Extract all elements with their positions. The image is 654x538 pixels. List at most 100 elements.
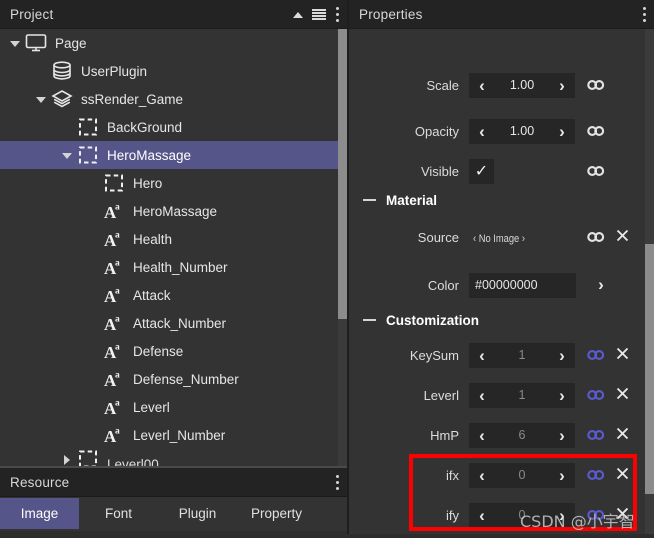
stepper-decrement-icon[interactable]: ‹ <box>469 463 495 488</box>
project-tree[interactable]: Page UserPlugin ssRender_Game BackGround Her… <box>0 29 347 466</box>
link-chain-icon[interactable] <box>585 469 607 481</box>
svg-text:a: a <box>115 343 120 353</box>
remove-property-icon[interactable] <box>613 229 631 245</box>
stepper-value[interactable]: 0 <box>495 468 549 482</box>
link-chain-icon[interactable] <box>585 79 607 91</box>
tree-item-defense[interactable]: Aa Defense <box>0 337 338 365</box>
text-icon: Aa <box>101 365 127 393</box>
list-icon[interactable] <box>312 8 326 21</box>
stepper-value[interactable]: 1.00 <box>495 78 549 92</box>
resource-tab-property[interactable]: Property <box>237 498 316 529</box>
tree-twisty-right-icon[interactable] <box>60 449 75 466</box>
stepper-decrement-icon[interactable]: ‹ <box>469 423 495 448</box>
color-value-field[interactable]: #00000000 <box>469 272 576 298</box>
remove-property-icon[interactable] <box>613 427 631 443</box>
stepper-increment-icon[interactable]: › <box>549 423 575 448</box>
text-icon: Aa <box>101 197 127 225</box>
resource-more-options-icon[interactable] <box>335 474 339 490</box>
tree-item-heromassage[interactable]: HeroMassage <box>0 141 338 169</box>
value-stepper[interactable]: ‹ 0 › <box>469 462 575 488</box>
property-label: Scale <box>426 77 459 93</box>
resource-tab-plugin[interactable]: Plugin <box>158 498 237 529</box>
tree-item-background[interactable]: BackGround <box>0 113 338 141</box>
tree-item-label: Health <box>133 231 173 247</box>
section-material[interactable]: Material <box>349 187 645 213</box>
stepper-value[interactable]: 1.00 <box>495 124 549 138</box>
section-collapse-icon[interactable] <box>363 319 376 321</box>
tree-item-userplugin[interactable]: UserPlugin <box>0 57 338 85</box>
value-stepper[interactable]: ‹ 6 › <box>469 422 575 448</box>
project-tree-scrollbar-thumb[interactable] <box>338 29 347 319</box>
color-expand-icon[interactable]: › <box>588 275 614 295</box>
widget-icon <box>101 169 127 197</box>
section-collapse-icon[interactable] <box>363 199 376 201</box>
stepper-value[interactable]: 6 <box>495 428 549 442</box>
resource-tab-font[interactable]: Font <box>79 498 158 529</box>
stepper-increment-icon[interactable]: › <box>549 463 575 488</box>
value-stepper[interactable]: ‹ 1.00 › <box>469 72 575 98</box>
visible-checkbox[interactable]: ✓ <box>469 158 494 184</box>
tree-twisty-placeholder <box>86 197 101 225</box>
link-chain-icon[interactable] <box>585 231 607 243</box>
properties-scrollbar[interactable] <box>645 29 654 538</box>
tree-item-label: Attack_Number <box>133 315 227 331</box>
stepper-increment-icon[interactable]: › <box>549 73 575 98</box>
stepper-decrement-icon[interactable]: ‹ <box>469 343 495 368</box>
tree-item-heromassage[interactable]: Aa HeroMassage <box>0 197 338 225</box>
tree-item-page[interactable]: Page <box>0 29 338 57</box>
tree-item-defense-number[interactable]: Aa Defense_Number <box>0 365 338 393</box>
value-stepper[interactable]: ‹ 1 › <box>469 342 575 368</box>
tree-item-attack[interactable]: Aa Attack <box>0 281 338 309</box>
window-bottom-edge <box>0 534 654 538</box>
remove-property-icon[interactable] <box>613 467 631 483</box>
stepper-decrement-icon[interactable]: ‹ <box>469 119 495 144</box>
tree-item-leverl00[interactable]: Leverl00 <box>0 449 338 466</box>
collapse-triangle-icon[interactable] <box>292 8 305 21</box>
link-chain-icon[interactable] <box>585 125 607 137</box>
stepper-value[interactable]: 1 <box>495 348 549 362</box>
tree-item-leverl[interactable]: Aa Leverl <box>0 393 338 421</box>
tree-item-ssrender-game[interactable]: ssRender_Game <box>0 85 338 113</box>
svg-text:a: a <box>115 259 120 269</box>
layers-icon <box>49 85 75 113</box>
tree-item-attack-number[interactable]: Aa Attack_Number <box>0 309 338 337</box>
tree-twisty-down-icon[interactable] <box>34 85 49 113</box>
value-stepper[interactable]: ‹ 1.00 › <box>469 118 575 144</box>
property-row-scale: Scale ‹ 1.00 › <box>349 71 645 99</box>
stepper-increment-icon[interactable]: › <box>549 119 575 144</box>
stepper-decrement-icon[interactable]: ‹ <box>469 383 495 408</box>
link-chain-icon[interactable] <box>585 349 607 361</box>
more-options-icon[interactable] <box>335 6 339 22</box>
tree-item-hero[interactable]: Hero <box>0 169 338 197</box>
project-panel: Project Page UserPlugin ssRender_Game BackG… <box>0 0 347 538</box>
property-label: Source <box>417 229 459 245</box>
property-label: Visible <box>420 163 459 179</box>
tree-twisty-down-icon[interactable] <box>60 141 75 169</box>
link-chain-icon[interactable] <box>585 429 607 441</box>
stepper-increment-icon[interactable]: › <box>549 343 575 368</box>
stepper-decrement-icon[interactable]: ‹ <box>469 503 495 528</box>
value-stepper[interactable]: ‹ 1 › <box>469 382 575 408</box>
tree-item-leverl-number[interactable]: Aa Leverl_Number <box>0 421 338 449</box>
source-value[interactable]: ‹ No Image › <box>473 233 525 245</box>
project-header-icons <box>292 6 339 22</box>
remove-property-icon[interactable] <box>613 347 631 363</box>
resource-tab-image[interactable]: Image <box>0 498 79 529</box>
property-row-opacity: Opacity ‹ 1.00 › <box>349 117 645 145</box>
remove-property-icon[interactable] <box>613 387 631 403</box>
tree-item-health-number[interactable]: Aa Health_Number <box>0 253 338 281</box>
section-title: Customization <box>386 312 479 328</box>
properties-scrollbar-thumb[interactable] <box>645 244 654 494</box>
widget-icon <box>75 449 101 466</box>
stepper-increment-icon[interactable]: › <box>549 383 575 408</box>
link-chain-icon[interactable] <box>585 389 607 401</box>
stepper-value[interactable]: 1 <box>495 388 549 402</box>
section-customization[interactable]: Customization <box>349 307 645 333</box>
tree-item-health[interactable]: Aa Health <box>0 225 338 253</box>
link-chain-icon[interactable] <box>585 165 607 177</box>
project-tree-scrollbar[interactable] <box>338 29 347 466</box>
stepper-decrement-icon[interactable]: ‹ <box>469 73 495 98</box>
tree-item-label: Leverl <box>133 399 170 415</box>
tree-twisty-down-icon[interactable] <box>8 29 23 57</box>
properties-more-options-icon[interactable] <box>642 6 646 22</box>
